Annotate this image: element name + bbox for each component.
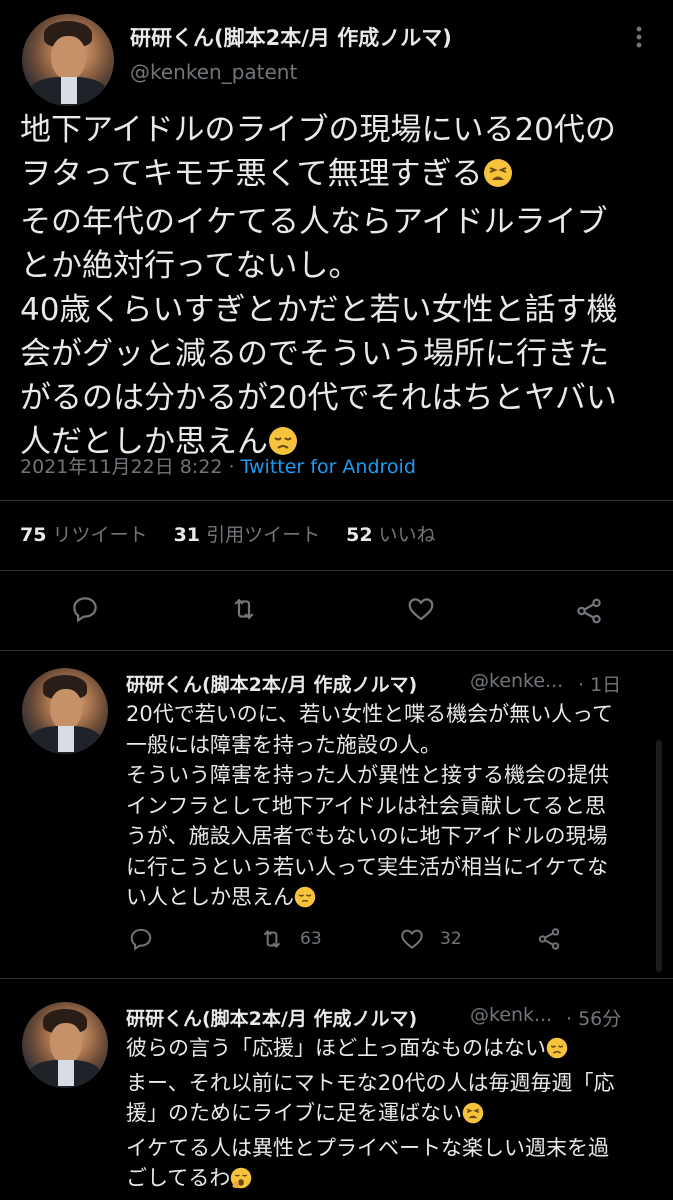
yawning-face-emoji [230,1167,252,1198]
tweet-text: 地下アイドルのライブの現場にいる20代の ヲタってキモチ悪くて無理すぎる その年… [20,108,660,468]
pensive-face-emoji [294,886,316,917]
tired-face-emoji [462,1102,484,1133]
source-link[interactable]: Twitter for Android [241,456,416,478]
reply-icon [73,597,97,623]
share-button[interactable] [574,596,604,626]
scrollbar[interactable] [656,740,662,972]
like-count: 32 [440,929,462,949]
share-icon [538,928,560,950]
reply-time[interactable]: · 1日 [578,670,621,697]
reply-button[interactable] [70,594,100,624]
reply-avatar[interactable] [22,668,108,754]
like-button[interactable]: 32 [398,926,462,952]
share-icon [577,598,601,624]
reply-icon [130,928,152,951]
tweet-meta: 2021年11月22日 8:22 · Twitter for Android [20,456,416,478]
author-handle[interactable]: @kenken_patent [130,60,297,84]
tweet-stats: 75 リツイート 31 引用ツイート 52 いいね [20,520,436,547]
heart-icon [401,929,423,949]
retweets-stat[interactable]: 75 リツイート [20,524,148,546]
likes-stat[interactable]: 52 いいね [346,524,436,546]
like-button[interactable] [406,594,436,624]
heart-icon [408,598,434,621]
divider [0,650,673,651]
share-button[interactable] [536,926,562,952]
divider [0,570,673,571]
ellipsis-icon[interactable] [624,22,654,52]
reply-button[interactable] [128,926,154,952]
author-name[interactable]: 研研くん(脚本2本/月 作成ノルマ) [130,22,452,52]
divider [0,978,673,979]
divider [0,500,673,501]
timestamp[interactable]: 2021年11月22日 8:22 [20,456,222,478]
tired-face-emoji [483,156,513,200]
quotes-stat[interactable]: 31 引用ツイート [174,524,321,546]
retweet-button[interactable] [228,594,260,624]
reply-author-handle[interactable]: @kenke... [470,670,563,692]
reply-avatar[interactable] [22,1002,108,1088]
reply-author-name[interactable]: 研研くん(脚本2本/月 作成ノルマ) [126,670,417,697]
retweet-icon [263,930,281,948]
author-avatar[interactable] [22,14,114,106]
reply-text: 彼らの言う「応援」ほど上っ面なものはない まー、それ以前にマトモな20代の人は毎… [126,1033,656,1198]
retweet-icon [234,598,254,620]
reply-time[interactable]: · 56分 [566,1004,621,1031]
reply-author-name[interactable]: 研研くん(脚本2本/月 作成ノルマ) [126,1004,417,1031]
reply-author-handle[interactable]: @kenk... [470,1004,552,1026]
retweet-button[interactable]: 63 [258,926,322,952]
reply-text: 20代で若いのに、若い女性と喋る機会が無い人って 一般には障害を持った施設の人。… [126,699,656,917]
retweet-count: 63 [300,929,322,949]
disappointed-face-emoji [546,1037,568,1068]
